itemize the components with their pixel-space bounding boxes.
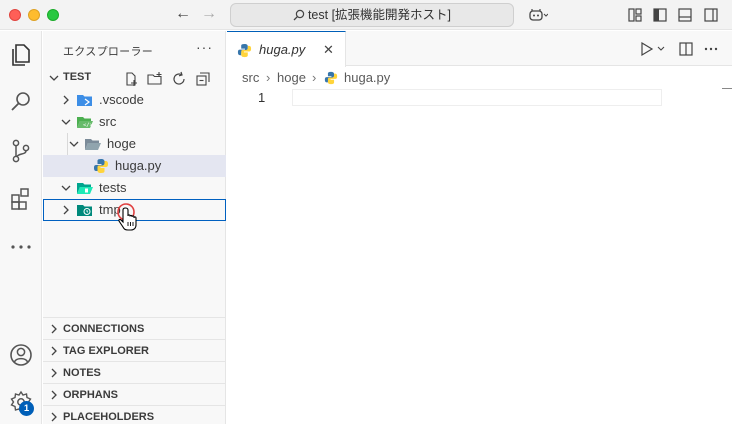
new-folder-icon[interactable] [147, 71, 163, 87]
chevron-down-icon[interactable] [656, 44, 666, 54]
current-line-highlight[interactable] [292, 89, 662, 106]
tree-item-label: .vscode [99, 92, 144, 107]
tree-item-huga-py[interactable]: huga.py [43, 155, 226, 177]
section-label: PLACEHOLDERS [63, 411, 155, 423]
extensions-icon[interactable] [7, 185, 35, 213]
src-folder-open-icon: </> [77, 117, 94, 129]
hand-pointer-cursor-icon [117, 203, 137, 231]
section-label: NOTES [63, 367, 101, 379]
collapse-all-icon[interactable] [195, 71, 211, 87]
title-bar: ← → test [拡張機能開発ホスト] [0, 0, 732, 30]
section-label: CONNECTIONS [63, 323, 145, 335]
chevron-right-icon [51, 390, 57, 400]
vscode-folder-icon [77, 95, 92, 106]
close-window-button[interactable] [9, 9, 21, 21]
overview-ruler-marker [722, 88, 732, 89]
temp-folder-icon [77, 205, 92, 216]
breadcrumb-item-src[interactable]: src [242, 70, 259, 85]
chevron-right-icon [51, 368, 57, 378]
chevron-right-icon: › [266, 70, 271, 85]
forward-arrow-icon[interactable]: → [201, 5, 217, 23]
section-label: TAG EXPLORER [63, 345, 149, 357]
workspace-name: TEST [63, 71, 92, 83]
customize-layout-icon[interactable] [627, 7, 643, 23]
chevron-down-icon [61, 185, 71, 191]
minimize-window-button[interactable] [28, 9, 40, 21]
search-icon[interactable] [7, 88, 35, 116]
search-icon [293, 9, 305, 21]
more-icon[interactable] [7, 233, 35, 261]
folder-open-icon [85, 139, 101, 150]
section-label: ORPHANS [63, 389, 119, 401]
tree-item-label: src [99, 114, 117, 129]
section-connections[interactable]: CONNECTIONS [43, 317, 226, 339]
account-icon[interactable] [7, 341, 35, 369]
explorer-title: エクスプローラー [63, 46, 154, 58]
tree-item-label: huga.py [115, 158, 162, 173]
tab-huga-py[interactable]: huga.py ✕ [227, 31, 346, 67]
python-file-icon [237, 43, 252, 58]
breadcrumb-item-hoge[interactable]: hoge [277, 70, 306, 85]
python-file-icon [324, 71, 338, 85]
run-icon[interactable] [640, 41, 654, 57]
chevron-down-icon [61, 119, 71, 125]
chevron-right-icon [63, 95, 69, 105]
line-number: 1 [258, 90, 266, 105]
more-actions-button[interactable]: ··· [196, 39, 213, 55]
back-arrow-icon[interactable]: ← [175, 5, 191, 23]
new-file-icon[interactable] [123, 71, 139, 87]
more-actions-icon[interactable] [703, 41, 719, 57]
section-tag-explorer[interactable]: TAG EXPLORER [43, 339, 226, 361]
copilot-icon[interactable] [528, 7, 548, 23]
tree-item-hoge[interactable]: hoge [43, 133, 226, 155]
chevron-right-icon [51, 324, 57, 334]
chevron-down-icon [69, 141, 79, 147]
tree-item-label: hoge [107, 136, 136, 151]
chevron-down-icon [49, 75, 59, 81]
settings-badge: 1 [19, 401, 34, 416]
svg-text:</>: </> [83, 123, 94, 129]
tree-item-vscode[interactable]: .vscode [43, 89, 226, 111]
toggle-panel-icon[interactable] [677, 7, 693, 23]
python-file-icon [94, 159, 108, 173]
tree-item-tests[interactable]: tests [43, 177, 226, 199]
toggle-secondary-sidebar-icon[interactable] [703, 7, 719, 23]
tests-folder-open-icon [77, 183, 93, 194]
chevron-right-icon [63, 205, 69, 215]
section-orphans[interactable]: ORPHANS [43, 383, 226, 405]
chevron-right-icon [51, 412, 57, 422]
tree-item-src[interactable]: </> src [43, 111, 226, 133]
close-tab-button[interactable]: ✕ [323, 42, 334, 58]
tree-item-label: tests [99, 180, 127, 195]
chevron-right-icon: › [312, 70, 317, 85]
activity-bar [0, 31, 42, 424]
files-icon[interactable] [7, 41, 35, 69]
window-title: test [拡張機能開発ホスト] [307, 8, 452, 22]
tab-label: huga.py [259, 42, 306, 57]
section-notes[interactable]: NOTES [43, 361, 226, 383]
refresh-icon[interactable] [171, 71, 187, 87]
breadcrumb-item-huga-py[interactable]: huga.py [344, 70, 390, 85]
command-center[interactable]: test [拡張機能開発ホスト] [230, 3, 514, 27]
chevron-right-icon [51, 346, 57, 356]
toggle-primary-sidebar-icon[interactable] [652, 7, 668, 23]
split-editor-icon[interactable] [678, 41, 694, 57]
zoom-window-button[interactable] [47, 9, 59, 21]
source-control-icon[interactable] [7, 137, 35, 165]
